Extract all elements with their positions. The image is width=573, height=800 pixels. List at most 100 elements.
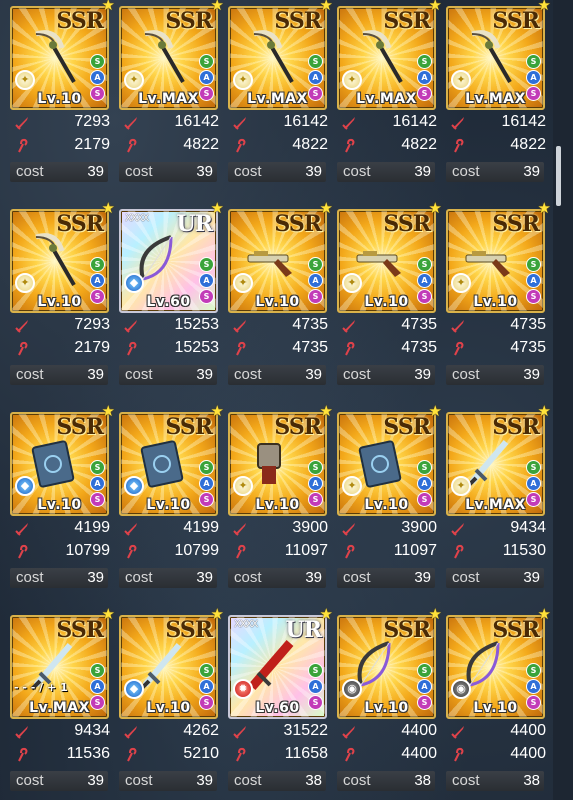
weapon-card[interactable]: SSR SAS ✦ Lv.10 ★ 7293 2179 cost 39 <box>4 199 115 391</box>
favorite-star-icon[interactable]: ★ <box>538 402 551 420</box>
favorite-star-icon[interactable]: ★ <box>538 199 551 217</box>
magic-stat: 10799 <box>14 542 110 562</box>
staff-magic-icon <box>236 544 246 559</box>
weapon-card[interactable]: SSR SAS ✦ Lv.MAX ★ 9434 11530 cost 39 <box>440 402 551 594</box>
magic-value: 5210 <box>183 745 219 762</box>
sword-attack-icon <box>233 320 246 333</box>
magic-stat: 4400 <box>450 745 546 765</box>
weapon-thumbnail[interactable]: SSR SAS ✦ Lv.10 <box>10 209 109 313</box>
magic-value: 10799 <box>174 542 220 559</box>
magic-stat: 2179 <box>14 136 110 156</box>
cost-value: 39 <box>196 163 213 180</box>
cost-value: 39 <box>196 772 213 789</box>
attack-stat: 4400 <box>450 722 546 742</box>
weapon-card[interactable]: SSR SAS ✦ Lv.MAX ★ 16142 4822 cost 39 <box>440 0 551 188</box>
weapon-thumbnail[interactable]: SSR SAS ✦ Lv.10 <box>228 209 327 313</box>
staff-magic-icon <box>18 138 28 153</box>
skill-badge-icon: A <box>308 273 323 288</box>
level-label: Lv.10 <box>473 294 518 310</box>
weapon-card[interactable]: XXXX UR SAS ◆ Lv.60 ★ 15253 15253 cost 3… <box>113 199 224 391</box>
attack-stat: 16142 <box>341 113 437 133</box>
weapon-thumbnail[interactable]: SSR SAS ✦ Lv.10 <box>228 412 327 516</box>
skill-badge-icon: A <box>90 679 105 694</box>
staff-magic-icon <box>18 747 28 762</box>
staff-magic-icon <box>345 747 355 762</box>
weapon-thumbnail[interactable]: XXXX UR SAS ◆ Lv.60 <box>119 209 218 313</box>
weapon-card[interactable]: SSR SAS ✦ Lv.MAX ★ 16142 4822 cost 39 <box>331 0 442 188</box>
weapon-card[interactable]: SSR SAS ✦ Lv.10 ★ 7293 2179 cost 39 <box>4 0 115 188</box>
weapon-thumbnail[interactable]: SSR SAS - - - / + 1 Lv.MAX <box>10 615 109 719</box>
skill-badge-icon: A <box>526 273 541 288</box>
weapon-thumbnail[interactable]: SSR SAS ◆ Lv.10 <box>10 412 109 516</box>
magic-stat: 4400 <box>341 745 437 765</box>
weapon-card[interactable]: SSR SAS ✦ Lv.10 ★ 4735 4735 cost 39 <box>222 199 333 391</box>
level-label: Lv.10 <box>37 497 82 513</box>
favorite-star-icon[interactable]: ★ <box>538 0 551 14</box>
cost-label: cost <box>234 569 262 586</box>
cost-value: 39 <box>305 366 322 383</box>
magic-value: 11097 <box>284 542 328 559</box>
sword-attack-icon <box>15 523 28 536</box>
cost-value: 39 <box>414 569 431 586</box>
weapon-thumbnail[interactable]: SSR SAS ◆ Lv.10 <box>119 412 218 516</box>
weapon-card[interactable]: XXXX UR SAS ✹ Lv.60 ★ 31522 11658 cost 3… <box>222 605 333 797</box>
water-element-icon: ◆ <box>124 679 144 699</box>
weapon-card[interactable]: SSR SAS ✦ Lv.10 ★ 4735 4735 cost 39 <box>331 199 442 391</box>
magic-stat: 15253 <box>123 339 219 359</box>
weapon-thumbnail[interactable]: SSR SAS ✦ Lv.MAX <box>446 412 545 516</box>
scrollbar-track[interactable] <box>553 0 573 800</box>
weapon-card[interactable]: SSR SAS ✦ Lv.MAX ★ 16142 4822 cost 39 <box>222 0 333 188</box>
weapon-card[interactable]: SSR SAS - - - / + 1 Lv.MAX ★ 9434 11536 … <box>4 605 115 797</box>
weapon-card[interactable]: SSR SAS ✦ Lv.10 ★ 4735 4735 cost 39 <box>440 199 551 391</box>
favorite-star-icon[interactable]: ★ <box>538 605 551 623</box>
cost-bar: cost 39 <box>228 568 326 588</box>
sword-attack-icon <box>15 320 28 333</box>
attack-stat: 7293 <box>14 113 110 133</box>
skill-badge-icon: S <box>199 257 214 272</box>
level-label: Lv.10 <box>146 700 191 716</box>
weapon-card[interactable]: SSR SAS ◆ Lv.10 ★ 4199 10799 cost 39 <box>113 402 224 594</box>
weapon-thumbnail[interactable]: SSR SAS ✦ Lv.10 <box>446 209 545 313</box>
magic-value: 11658 <box>284 745 328 762</box>
weapon-thumbnail[interactable]: SSR SAS ✦ Lv.MAX <box>446 6 545 110</box>
level-label: Lv.MAX <box>247 91 308 107</box>
weapon-thumbnail[interactable]: SSR SAS ✦ Lv.MAX <box>337 6 436 110</box>
staff-magic-icon <box>236 341 246 356</box>
skill-badge-icon: A <box>90 476 105 491</box>
magic-value: 11530 <box>502 542 546 559</box>
weapon-thumbnail[interactable]: SSR SAS ◉ Lv.10 <box>446 615 545 719</box>
sword-attack-icon <box>342 523 355 536</box>
dark-element-icon: ◉ <box>451 679 471 699</box>
weapon-card[interactable]: SSR SAS ✦ Lv.MAX ★ 16142 4822 cost 39 <box>113 0 224 188</box>
magic-value: 4735 <box>292 339 328 356</box>
cost-bar: cost 39 <box>337 365 435 385</box>
attack-stat: 7293 <box>14 316 110 336</box>
skill-badge-icon: A <box>199 679 214 694</box>
weapon-thumbnail[interactable]: SSR SAS ✦ Lv.10 <box>10 6 109 110</box>
weapon-card[interactable]: SSR SAS ◆ Lv.10 ★ 4262 5210 cost 39 <box>113 605 224 797</box>
magic-value: 4400 <box>401 745 437 762</box>
weapon-thumbnail[interactable]: SSR SAS ◉ Lv.10 <box>337 615 436 719</box>
weapon-grid: SSR SAS ✦ Lv.10 ★ 7293 2179 cost 39 SSR … <box>0 0 551 800</box>
skill-badge-icon: S <box>417 460 432 475</box>
weapon-card[interactable]: SSR SAS ◉ Lv.10 ★ 4400 4400 cost 38 <box>331 605 442 797</box>
weapon-thumbnail[interactable]: SSR SAS ✦ Lv.10 <box>337 412 436 516</box>
weapon-thumbnail[interactable]: SSR SAS ◆ Lv.10 <box>119 615 218 719</box>
weapon-card[interactable]: SSR SAS ◉ Lv.10 ★ 4400 4400 cost 38 <box>440 605 551 797</box>
magic-stat: 4822 <box>123 136 219 156</box>
attack-value: 4199 <box>74 519 110 536</box>
attack-stat: 3900 <box>232 519 328 539</box>
weapon-thumbnail[interactable]: SSR SAS ✦ Lv.MAX <box>228 6 327 110</box>
cost-label: cost <box>452 772 480 789</box>
weapon-card[interactable]: SSR SAS ✦ Lv.10 ★ 3900 11097 cost 39 <box>331 402 442 594</box>
weapon-thumbnail[interactable]: SSR SAS ✦ Lv.10 <box>337 209 436 313</box>
cost-label: cost <box>452 569 480 586</box>
weapon-card[interactable]: SSR SAS ✦ Lv.10 ★ 3900 11097 cost 39 <box>222 402 333 594</box>
magic-value: 2179 <box>74 339 110 356</box>
skill-badge-icon: A <box>417 273 432 288</box>
weapon-thumbnail[interactable]: XXXX UR SAS ✹ Lv.60 <box>228 615 327 719</box>
magic-value: 4400 <box>510 745 546 762</box>
weapon-card[interactable]: SSR SAS ◆ Lv.10 ★ 4199 10799 cost 39 <box>4 402 115 594</box>
weapon-thumbnail[interactable]: SSR SAS ✦ Lv.MAX <box>119 6 218 110</box>
scrollbar-thumb[interactable] <box>556 146 561 206</box>
